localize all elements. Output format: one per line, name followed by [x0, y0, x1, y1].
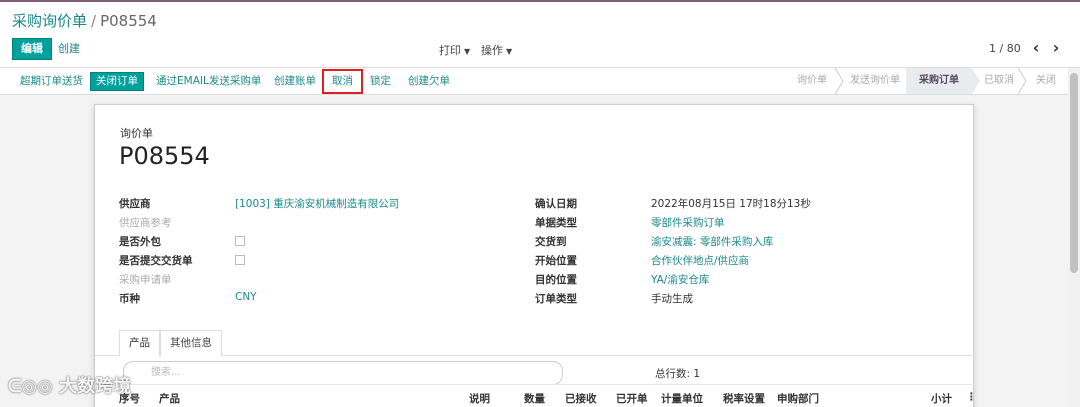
stage-rfq[interactable]: 询价单 [789, 68, 835, 94]
tab-other-info[interactable]: 其他信息 [160, 330, 222, 356]
currency-field[interactable]: CNY [235, 291, 257, 303]
edit-button[interactable]: 编辑 [12, 38, 52, 60]
stage-chevron-icon [835, 68, 843, 94]
document-type-field[interactable]: 零部件采购订单 [651, 215, 725, 230]
column-header-billed[interactable]: 已开单 [616, 391, 648, 406]
action-dropdown[interactable]: 操作 ▼ [481, 42, 512, 58]
stage-rfq-sent[interactable]: 发送询价单 [844, 68, 906, 94]
create-bill-button[interactable]: 创建账单 [274, 72, 316, 91]
column-header-quantity[interactable]: 数量 [524, 391, 545, 406]
column-header-description[interactable]: 说明 [469, 391, 490, 406]
action-label: 操作 [481, 44, 503, 57]
watermark-text: 大数跨境 [59, 376, 132, 397]
destination-location-field[interactable]: YA/渝安仓库 [651, 272, 709, 287]
vendor-label: 供应商 [119, 198, 151, 210]
is-outsourced-label: 是否外包 [119, 236, 161, 248]
column-header-uom[interactable]: 计量单位 [661, 391, 703, 406]
line-search-input[interactable]: 搜索... [123, 361, 563, 385]
confirm-date-value: 2022年08月15日 17时18分13秒 [651, 198, 811, 210]
breadcrumb-parent-link[interactable]: 采购询价单 [12, 12, 87, 30]
print-label: 打印 [439, 44, 461, 57]
status-bar: 超期订单送货 关闭订单 通过EMAIL发送采购单 创建账单 取消 锁定 创建欠单… [0, 68, 1080, 95]
column-options-icon[interactable]: ⋮ [966, 391, 977, 403]
column-header-product[interactable]: 产品 [159, 391, 180, 406]
overdue-delivery-button[interactable]: 超期订单送货 [20, 72, 83, 91]
stage-chevron-icon [972, 68, 980, 94]
column-header-received[interactable]: 已接收 [565, 391, 597, 406]
scrollbar[interactable] [1068, 68, 1080, 407]
is-outsourced-checkbox[interactable] [235, 236, 245, 246]
currency-label: 币种 [119, 293, 140, 305]
watermark-logo: ᕮ◎◎ 大数跨境 [8, 372, 131, 398]
vendor-field[interactable]: [1003] 重庆渝安机械制造有限公司 [235, 196, 399, 211]
pager-value[interactable]: 1 / 80 [989, 42, 1021, 55]
document-type-label: 单据类型 [535, 217, 577, 229]
send-email-button[interactable]: 通过EMAIL发送采购单 [156, 72, 261, 91]
watermark-logo-icon: ᕮ◎◎ [8, 376, 60, 397]
form-sheet: 询价单 P08554 供应商 [1003] 重庆渝安机械制造有限公司 供应商参考… [94, 104, 977, 407]
vendor-reference-label: 供应商参考 [119, 217, 172, 229]
breadcrumb-current: P08554 [100, 12, 157, 30]
tab-divider [95, 355, 975, 356]
caret-down-icon: ▼ [464, 47, 471, 56]
source-location-label: 开始位置 [535, 255, 577, 267]
highlight-box [322, 69, 363, 94]
print-dropdown[interactable]: 打印 ▼ [439, 42, 470, 58]
source-location-field[interactable]: 合作伙伴地点/供应商 [651, 253, 749, 268]
submit-delivery-checkbox[interactable] [235, 255, 245, 265]
stage-done[interactable]: 关闭 [1028, 68, 1064, 94]
document-name: P08554 [119, 142, 210, 170]
confirm-date-label: 确认日期 [535, 198, 577, 210]
scrollbar-thumb[interactable] [1070, 73, 1078, 273]
total-rows: 总行数: 1 [655, 368, 701, 380]
column-header-subtotal[interactable]: 小计 [931, 391, 952, 406]
document-kind: 询价单 [120, 127, 153, 140]
create-backorder-button[interactable]: 创建欠单 [408, 72, 450, 91]
purchase-request-label: 采购申请单 [119, 274, 172, 286]
order-type-value: 手动生成 [651, 293, 693, 305]
breadcrumb: 采购询价单 / P08554 [12, 12, 157, 30]
column-header-tax-settings[interactable]: 税率设置 [723, 391, 765, 406]
order-type-label: 订单类型 [535, 293, 577, 305]
stage-chevron-icon [1018, 68, 1026, 94]
deliver-to-label: 交货到 [535, 236, 567, 248]
control-panel: 采购询价单 / P08554 编辑 创建 打印 ▼ 操作 ▼ 1 / 80 ‹ › [0, 2, 1080, 68]
close-order-button[interactable]: 关闭订单 [90, 72, 144, 91]
create-button[interactable]: 创建 [58, 40, 80, 58]
caret-down-icon: ▼ [506, 47, 513, 56]
lock-button[interactable]: 锁定 [370, 72, 391, 91]
tab-products[interactable]: 产品 [119, 330, 160, 356]
table-header-divider [95, 384, 975, 385]
submit-delivery-label: 是否提交交货单 [119, 255, 193, 267]
column-header-department[interactable]: 申购部门 [777, 391, 819, 406]
pager-previous-icon[interactable]: ‹ [1027, 38, 1045, 60]
deliver-to-field[interactable]: 渝安减震: 零部件采购入库 [651, 234, 773, 249]
destination-location-label: 目的位置 [535, 274, 577, 286]
stage-cancelled[interactable]: 已取消 [980, 68, 1018, 94]
stage-purchase-order: 采购订单 [906, 68, 972, 94]
pager-next-icon[interactable]: › [1047, 38, 1065, 60]
